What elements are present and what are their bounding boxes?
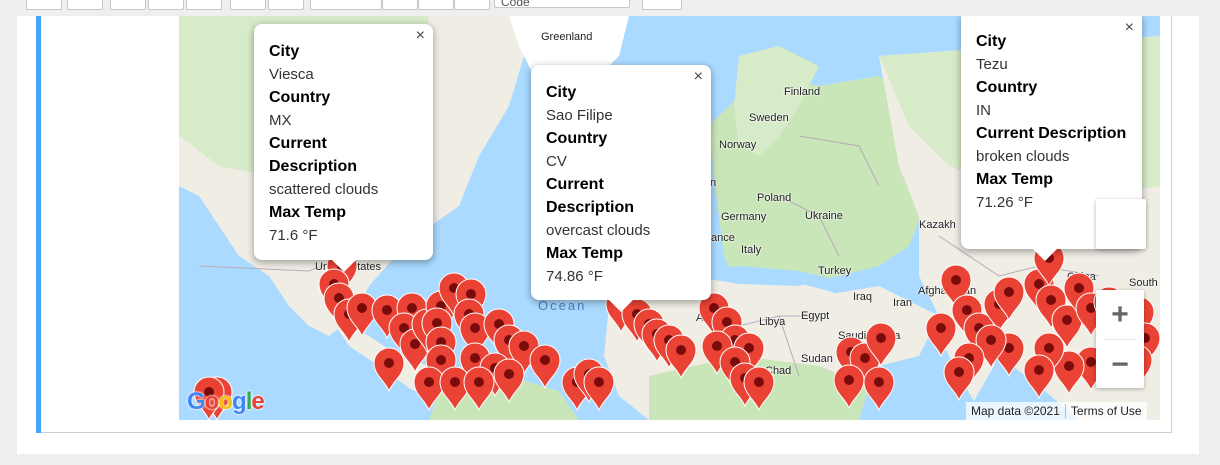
popup-temp-label: Max Temp xyxy=(269,204,347,221)
popup-city-label: City xyxy=(269,43,300,60)
fullscreen-button[interactable] xyxy=(1096,199,1146,249)
map-marker[interactable] xyxy=(943,356,975,402)
popup-country-label: Country xyxy=(976,79,1038,96)
popup-country-label: Country xyxy=(269,89,331,106)
popup-description-value: scattered clouds xyxy=(269,181,379,198)
cell-selection-bar xyxy=(36,16,41,433)
popup-viesca: × City Viesca Country MX Current Descrip… xyxy=(254,24,433,272)
popup-country-label: Country xyxy=(546,130,608,147)
move-down-button[interactable] xyxy=(268,0,304,10)
popup-description-label: Current Description xyxy=(546,176,635,216)
command-palette-button[interactable] xyxy=(642,0,682,10)
popup-temp-label: Max Temp xyxy=(546,245,624,262)
map-marker[interactable] xyxy=(863,366,895,412)
popup-close-button[interactable]: × xyxy=(416,27,425,45)
popup-sao-filipe: × City Sao Filipe Country CV Current Des… xyxy=(531,65,711,312)
interrupt-button[interactable] xyxy=(382,0,418,10)
move-up-button[interactable] xyxy=(230,0,266,10)
map-marker[interactable] xyxy=(413,366,445,412)
google-map[interactable]: Greenland Finland Sweden Norway Poland G… xyxy=(179,16,1160,420)
popup-close-button[interactable]: × xyxy=(1125,19,1134,37)
popup-description-label: Current Description xyxy=(976,125,1127,142)
popup-city-value: Tezu xyxy=(976,56,1008,73)
popup-country-value: IN xyxy=(976,102,991,119)
zoom-control: + − xyxy=(1096,290,1144,388)
map-marker[interactable] xyxy=(833,364,865,410)
map-attribution: Map data ©2021 Terms of Use xyxy=(966,402,1147,420)
popup-tail xyxy=(609,300,633,312)
popup-description-value: broken clouds xyxy=(976,148,1070,165)
map-marker[interactable] xyxy=(373,347,405,393)
notebook-toolbar: Code xyxy=(0,0,1220,14)
map-marker[interactable] xyxy=(583,366,615,412)
popup-description-label: Current Description xyxy=(269,135,358,175)
map-marker[interactable] xyxy=(1023,354,1055,400)
map-data-text: Map data ©2021 xyxy=(971,404,1060,418)
copy-button[interactable] xyxy=(148,0,184,10)
insert-cell-button[interactable] xyxy=(67,0,103,10)
popup-close-button[interactable]: × xyxy=(694,68,703,86)
popup-country-value: MX xyxy=(269,112,292,129)
map-marker[interactable] xyxy=(925,312,957,358)
run-button[interactable] xyxy=(310,0,382,10)
popup-country-value: CV xyxy=(546,153,567,170)
map-marker[interactable] xyxy=(493,358,525,404)
cell-type-select[interactable]: Code xyxy=(494,0,630,9)
popup-city-label: City xyxy=(546,84,577,101)
popup-city-value: Sao Filipe xyxy=(546,107,613,124)
map-marker[interactable] xyxy=(743,366,775,412)
popup-temp-value: 71.6 °F xyxy=(269,227,318,244)
popup-temp-value: 74.86 °F xyxy=(546,268,603,285)
paste-button[interactable] xyxy=(186,0,222,10)
popup-description-value: overcast clouds xyxy=(546,222,651,239)
popup-temp-label: Max Temp xyxy=(976,171,1054,188)
cut-button[interactable] xyxy=(110,0,146,10)
zoom-in-button[interactable]: + xyxy=(1096,290,1144,339)
terms-of-use-link[interactable]: Terms of Use xyxy=(1064,404,1147,418)
popup-tail xyxy=(1033,249,1057,261)
popup-city-value: Viesca xyxy=(269,66,314,83)
map-marker[interactable] xyxy=(529,344,561,390)
save-button[interactable] xyxy=(26,0,62,10)
restart-button[interactable] xyxy=(418,0,454,10)
restart-run-button[interactable] xyxy=(454,0,490,10)
map-marker[interactable] xyxy=(463,366,495,412)
map-marker[interactable] xyxy=(665,334,697,380)
popup-tail xyxy=(332,260,356,272)
zoom-out-button[interactable]: − xyxy=(1096,340,1144,389)
google-logo[interactable]: Google xyxy=(187,388,265,416)
popup-city-label: City xyxy=(976,33,1007,50)
